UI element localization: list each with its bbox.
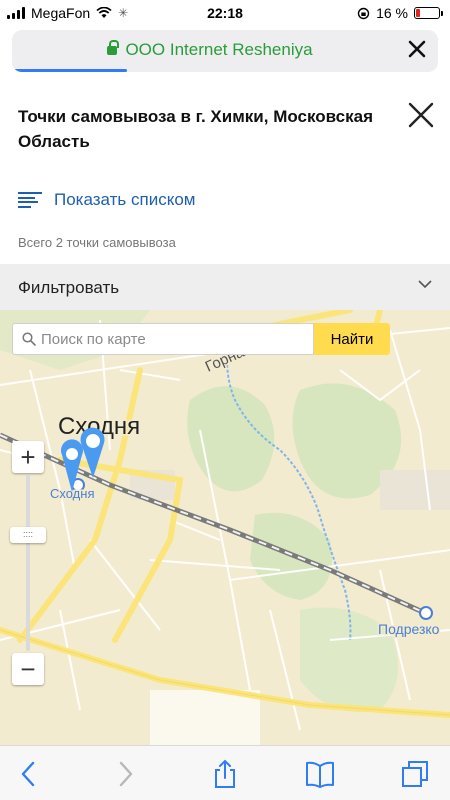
filter-label: Фильтровать [18,278,120,297]
orientation-lock-icon [357,7,370,19]
list-icon [18,192,42,208]
lock-icon [107,40,120,55]
site-name: ООО Internet Resheniya [125,40,313,59]
station-label-podrezkovo: Подрезко [378,621,440,637]
page-title: Точки самовывоза в г. Химки, Московская … [18,107,374,151]
back-icon[interactable] [14,759,44,789]
page-load-progress [12,69,128,72]
bookmarks-icon[interactable] [305,759,335,789]
show-as-list-button[interactable]: Показать списком [18,190,195,210]
map-search-input[interactable] [41,324,311,354]
map-view[interactable]: Сходня Горная Сходня Подрезко Найти + ::… [0,310,450,745]
filter-toggle[interactable]: Фильтровать [0,264,450,310]
tabs-icon[interactable] [400,759,430,789]
chevron-down-icon [418,280,432,289]
battery-icon [414,7,443,19]
url-display[interactable]: ООО Internet Resheniya [12,40,408,60]
zoom-slider-track[interactable] [26,475,30,651]
building-block [150,690,260,745]
zoom-slider-handle[interactable]: :::: [10,527,46,543]
zoom-in-button[interactable]: + [12,441,44,473]
forward-icon[interactable] [110,759,140,789]
map-search[interactable] [12,323,314,355]
address-bar[interactable]: ООО Internet Resheniya [12,30,438,72]
status-bar: MegaFon ✳ 22:18 16 % [0,0,450,26]
battery-percent: 16 % [376,5,408,21]
map-canvas[interactable]: Сходня Горная Сходня Подрезко [0,310,450,745]
show-as-list-label: Показать списком [54,190,196,209]
browser-toolbar [0,745,450,800]
park-area [187,386,275,492]
total-pickup-points: Всего 2 точки самовывоза [18,235,176,250]
search-icon [22,332,36,346]
share-icon[interactable] [210,759,240,789]
pickup-pin[interactable] [80,427,105,478]
building-block [380,470,450,510]
close-icon[interactable] [406,100,436,130]
station-marker-podrezkovo[interactable] [419,606,433,620]
stop-loading-icon[interactable] [406,38,428,60]
status-right: 16 % [357,5,443,21]
zoom-out-button[interactable]: − [12,653,44,685]
find-button[interactable]: Найти [314,323,390,355]
